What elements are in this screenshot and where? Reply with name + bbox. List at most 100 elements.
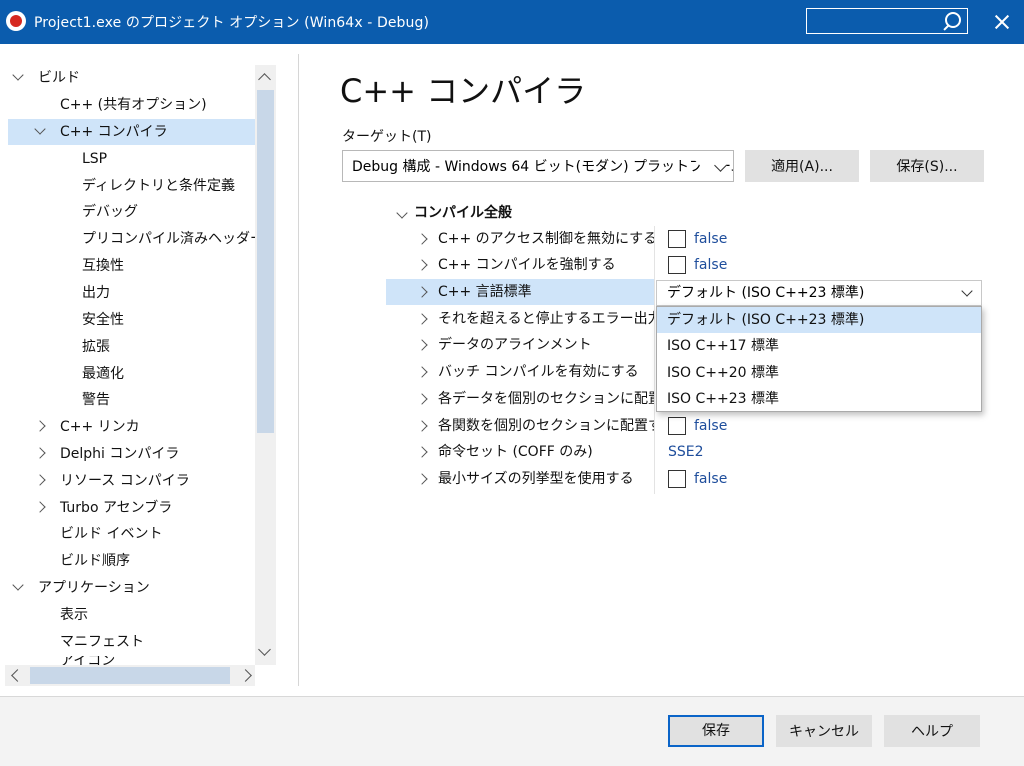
chevron-right-icon[interactable] [416,366,428,378]
chevron-down-icon[interactable] [14,73,22,81]
property-label: 各関数を個別のセクションに配置する [438,418,654,434]
property-row-batch-compile[interactable]: バッチ コンパイルを有効にする [386,359,654,385]
property-value[interactable]: SSE2 [668,439,704,465]
save-as-button[interactable]: 保存(S)... [870,150,984,182]
title-bar: Project1.exe のプロジェクト オプション (Win64x - Deb… [0,0,1024,44]
group-title[interactable]: コンパイル全般 [414,202,512,222]
chevron-right-icon[interactable] [416,446,428,458]
scroll-up-icon[interactable] [258,73,271,86]
chevron-right-icon[interactable] [416,313,428,325]
property-row-language-standard[interactable]: C++ 言語標準 [386,279,654,305]
tree-item-cpp-linker[interactable]: C++ リンカ [8,414,253,440]
checkbox[interactable] [668,417,686,435]
tree-item-directories[interactable]: ディレクトリと条件定義 [8,173,253,199]
tree-item-label: 互換性 [82,258,124,274]
tree-item-precompiled-headers[interactable]: プリコンパイル済みヘッダー [8,226,255,252]
checkbox[interactable] [668,230,686,248]
apply-button[interactable]: 適用(A)... [745,150,859,182]
tree-item-build-order[interactable]: ビルド順序 [8,548,253,574]
property-row-function-sections[interactable]: 各関数を個別のセクションに配置する [386,413,654,439]
tree-item-debug[interactable]: デバッグ [8,199,253,225]
chevron-right-icon[interactable] [416,420,428,432]
tree-item-display[interactable]: 表示 [8,602,253,628]
property-row-data-sections[interactable]: 各データを個別のセクションに配置する [386,386,654,412]
tree-item-delphi-compiler[interactable]: Delphi コンパイラ [8,441,253,467]
property-row-data-alignment[interactable]: データのアラインメント [386,332,654,358]
chevron-right-icon[interactable] [416,259,428,271]
chevron-down-icon[interactable] [398,211,406,219]
title-search-input[interactable] [806,8,968,34]
property-row-min-enum-size[interactable]: 最小サイズの列挙型を使用する [386,466,654,492]
chevron-down-icon[interactable] [961,285,973,297]
property-value: false [694,231,728,247]
chevron-right-icon[interactable] [38,476,46,484]
chevron-right-icon[interactable] [416,233,428,245]
tree-item-cpp-compiler[interactable]: C++ コンパイラ [8,119,255,145]
tree-item-build-events[interactable]: ビルド イベント [8,521,253,547]
tree-item-label: アプリケーション [38,580,150,596]
app-logo-icon [6,11,26,31]
property-row-disable-access-control[interactable]: C++ のアクセス制御を無効にする [386,226,654,252]
tree-item-cpp-shared[interactable]: C++ (共有オプション) [8,92,253,118]
tree-item-lsp[interactable]: LSP [8,146,253,172]
tree-item-label: 最適化 [82,366,124,382]
chevron-down-icon[interactable] [14,583,22,591]
tree-horizontal-scrollbar[interactable] [5,665,255,686]
target-label: ターゲット(T) [342,129,432,145]
tree-item-application[interactable]: アプリケーション [8,575,253,601]
property-row-max-errors[interactable]: それを超えると停止するエラー出力数 [386,306,654,332]
property-row-instruction-set[interactable]: 命令セット (COFF のみ) [386,439,654,465]
tree-vertical-scrollbar[interactable] [255,65,276,665]
tree-item-compatibility[interactable]: 互換性 [8,253,253,279]
save-button[interactable]: 保存 [668,715,764,747]
tree-item-icons[interactable]: アイコン [8,656,253,665]
value-column-divider [654,226,655,494]
tree-item-warnings[interactable]: 警告 [8,387,253,413]
chevron-right-icon[interactable] [38,449,46,457]
scroll-right-icon[interactable] [239,669,252,682]
tree-item-resource-compiler[interactable]: リソース コンパイラ [8,468,253,494]
chevron-right-icon[interactable] [416,339,428,351]
tree-item-label: C++ リンカ [60,419,140,435]
tree-item-label: アイコン [60,656,116,665]
tree-item-safety[interactable]: 安全性 [8,307,253,333]
dropdown-option[interactable]: ISO C++17 標準 [657,333,981,359]
dropdown-option[interactable]: ISO C++23 標準 [657,386,981,412]
checkbox[interactable] [668,470,686,488]
dropdown-option[interactable]: ISO C++20 標準 [657,360,981,386]
panel-divider[interactable] [298,54,299,686]
tree-item-build[interactable]: ビルド [8,65,253,91]
target-select[interactable]: Debug 構成 - Windows 64 ビット(モダン) プラットフォーム [342,150,734,182]
property-row-force-cpp[interactable]: C++ コンパイルを強制する [386,252,654,278]
dropdown-option[interactable]: デフォルト (ISO C++23 標準) [657,307,981,333]
chevron-down-icon[interactable] [36,127,44,135]
tree-item-manifest[interactable]: マニフェスト [8,629,253,655]
tree-item-extensions[interactable]: 拡張 [8,334,253,360]
checkbox[interactable] [668,256,686,274]
tree-item-label: 安全性 [82,312,124,328]
chevron-right-icon[interactable] [416,473,428,485]
chevron-right-icon[interactable] [416,286,428,298]
scroll-left-icon[interactable] [11,669,24,682]
tree-item-label: ビルド [38,70,80,86]
tree-item-label: ビルド順序 [60,553,130,569]
property-label: 各データを個別のセクションに配置する [438,391,654,407]
tree-item-optimization[interactable]: 最適化 [8,361,253,387]
language-standard-combo[interactable]: デフォルト (ISO C++23 標準) [656,280,982,306]
property-label: 命令セット (COFF のみ) [438,444,593,460]
scroll-thumb[interactable] [257,90,274,433]
tree-item-label: マニフェスト [60,634,144,650]
chevron-right-icon[interactable] [38,422,46,430]
scroll-down-icon[interactable] [258,643,271,656]
close-icon[interactable] [988,8,1016,36]
property-value: false [694,418,728,434]
search-icon[interactable] [945,12,961,28]
chevron-right-icon[interactable] [38,503,46,511]
chevron-right-icon[interactable] [416,393,428,405]
cancel-button[interactable]: キャンセル [776,715,872,747]
tree-item-turbo-assembler[interactable]: Turbo アセンブラ [8,495,253,521]
tree-item-label: ビルド イベント [60,526,163,542]
help-button[interactable]: ヘルプ [884,715,980,747]
scroll-thumb[interactable] [30,667,230,684]
tree-item-output[interactable]: 出力 [8,280,253,306]
